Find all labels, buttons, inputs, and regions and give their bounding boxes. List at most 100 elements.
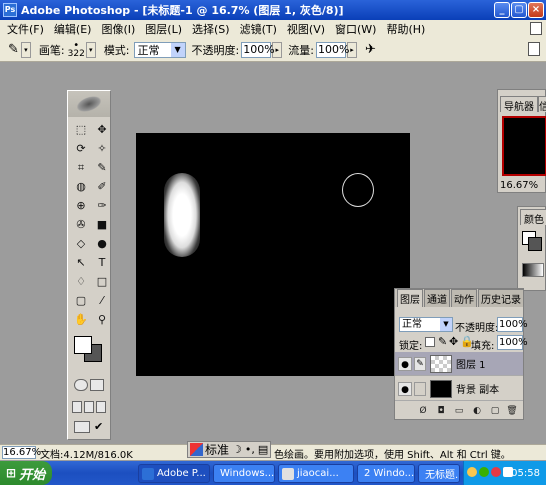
brush-size-dropdown[interactable]: ▾ xyxy=(85,41,96,58)
screen-mode-full-icon[interactable] xyxy=(96,401,106,413)
new-layer-icon[interactable]: ▢ xyxy=(489,405,501,417)
tab-color[interactable]: 颜色 xyxy=(520,209,546,226)
tray-volume-icon[interactable] xyxy=(467,467,477,477)
blur-tool-icon[interactable]: ◇ xyxy=(73,236,89,252)
link-slot-icon[interactable] xyxy=(414,381,426,396)
color-bg-swatch[interactable] xyxy=(528,237,542,251)
eyedropper-tool-icon[interactable]: ⁄ xyxy=(94,293,110,309)
standard-mode-icon[interactable] xyxy=(74,379,88,391)
toolbox-header[interactable] xyxy=(68,91,110,117)
layer-set-icon[interactable]: ▭ xyxy=(453,405,465,417)
palette-well-icon[interactable] xyxy=(528,42,540,56)
clone-stamp-tool-icon[interactable]: ⊕ xyxy=(73,198,89,214)
eye-icon[interactable]: ● xyxy=(398,356,412,371)
slice-tool-icon[interactable]: ✎ xyxy=(94,160,110,176)
brush-tool-icon[interactable]: ✐ xyxy=(94,179,110,195)
moon-icon[interactable]: ☽ xyxy=(232,443,242,456)
tab-info[interactable]: 信 xyxy=(538,96,546,112)
tool-preset-dropdown[interactable]: ▾ xyxy=(20,41,31,58)
brush-size-picker[interactable]: • 322 xyxy=(68,40,85,59)
flow-input[interactable]: 100% xyxy=(315,41,349,58)
menu-file[interactable]: 文件(F) xyxy=(2,21,49,37)
trash-icon[interactable]: 🗑 xyxy=(506,405,518,417)
blend-mode-select[interactable]: 正常 ▼ xyxy=(399,317,453,332)
paintbrush-icon[interactable]: ✎ xyxy=(414,356,426,371)
layer-name[interactable]: 图层 1 xyxy=(456,356,486,371)
navigator-zoom-value[interactable]: 16.67% xyxy=(500,180,538,191)
menu-view[interactable]: 视图(V) xyxy=(282,21,330,37)
move-tool-icon[interactable]: ✥ xyxy=(94,122,110,138)
gradient-tool-icon[interactable]: ■ xyxy=(94,217,110,233)
fill-input[interactable]: 100% xyxy=(497,335,528,350)
taskbar-item[interactable]: Windows... xyxy=(213,464,275,483)
menu-help[interactable]: 帮助(H) xyxy=(381,21,430,37)
minimize-button[interactable]: _ xyxy=(494,2,510,18)
dodge-tool-icon[interactable]: ● xyxy=(94,236,110,252)
layer-mask-icon[interactable]: ◘ xyxy=(435,405,447,417)
marquee-tool-icon[interactable]: ⬚ xyxy=(73,122,89,138)
mode-select[interactable]: 正常 ▼ xyxy=(133,41,186,58)
taskbar-item[interactable]: 2 Windo... xyxy=(357,464,415,483)
clock[interactable]: 05:58 xyxy=(511,468,540,479)
lock-transparency-icon[interactable] xyxy=(425,337,435,347)
menu-filter[interactable]: 滤镜(T) xyxy=(235,21,282,37)
eraser-tool-icon[interactable]: ✇ xyxy=(73,217,89,233)
healing-brush-tool-icon[interactable]: ◍ xyxy=(73,179,89,195)
color-ramp[interactable] xyxy=(522,263,544,277)
shape-tool-icon[interactable]: □ xyxy=(94,274,110,290)
tab-history[interactable]: 历史记录 xyxy=(478,289,524,307)
screen-mode-full-menu-icon[interactable] xyxy=(84,401,94,413)
status-doc-size[interactable]: 文档:4.12M/816.0K xyxy=(40,446,133,461)
layer-row-selected[interactable]: ● ✎ 图层 1 xyxy=(395,352,523,376)
keyboard-icon[interactable]: ▤ xyxy=(258,443,268,456)
tab-actions[interactable]: 动作 xyxy=(451,289,477,307)
menu-layer[interactable]: 图层(L) xyxy=(140,21,187,37)
type-tool-icon[interactable]: T xyxy=(94,255,110,271)
tab-channels[interactable]: 通道 xyxy=(424,289,450,307)
hand-tool-icon[interactable]: ✋ xyxy=(73,312,89,328)
layer-row[interactable]: ● 背景 副本 xyxy=(395,377,523,401)
ime-mode-label[interactable]: 标准 xyxy=(205,441,229,458)
opacity-input[interactable]: 100% xyxy=(241,41,275,58)
quickmask-mode-icon[interactable] xyxy=(90,379,104,391)
document-canvas[interactable] xyxy=(136,133,410,376)
menu-select[interactable]: 选择(S) xyxy=(187,21,235,37)
zoom-tool-icon[interactable]: ⚲ xyxy=(94,312,110,328)
crop-tool-icon[interactable]: ⌗ xyxy=(73,160,89,176)
notes-tool-icon[interactable]: ▢ xyxy=(73,293,89,309)
lock-move-icon[interactable]: ✥ xyxy=(449,335,458,348)
history-brush-tool-icon[interactable]: ✑ xyxy=(94,198,110,214)
menu-edit[interactable]: 编辑(E) xyxy=(49,21,97,37)
document-icon[interactable] xyxy=(530,22,542,35)
tray-network-icon[interactable] xyxy=(479,467,489,477)
tab-navigator[interactable]: 导航器 xyxy=(500,96,538,113)
screen-mode-standard-icon[interactable] xyxy=(72,401,82,413)
magic-wand-tool-icon[interactable]: ✧ xyxy=(94,141,110,157)
punctuation-icon[interactable]: •, xyxy=(245,443,255,456)
jump-to-imageready-icon[interactable] xyxy=(74,421,90,433)
tray-antivirus-icon[interactable] xyxy=(491,467,501,477)
ime-logo-icon[interactable] xyxy=(190,443,203,456)
layer-name[interactable]: 背景 副本 xyxy=(456,381,499,396)
status-zoom-input[interactable]: 16.67% xyxy=(2,446,41,459)
path-selection-tool-icon[interactable]: ↖ xyxy=(73,255,89,271)
tab-layers[interactable]: 图层 xyxy=(397,289,423,307)
close-button[interactable]: × xyxy=(528,2,544,18)
start-button[interactable]: ⊞ 开始 xyxy=(0,461,52,485)
taskbar-item[interactable]: jiaocai... xyxy=(278,464,354,483)
layer-style-icon[interactable]: Ø xyxy=(417,405,429,417)
airbrush-icon[interactable]: ✈ xyxy=(365,42,376,57)
lock-paint-icon[interactable]: ✎ xyxy=(438,335,447,348)
pen-tool-icon[interactable]: ♢ xyxy=(73,274,89,290)
maximize-button[interactable]: ▢ xyxy=(511,2,527,18)
navigator-thumbnail[interactable] xyxy=(502,116,546,176)
menu-window[interactable]: 窗口(W) xyxy=(330,21,381,37)
tray-ime-icon[interactable] xyxy=(503,467,513,477)
layer-opacity-input[interactable]: 100% xyxy=(497,317,528,332)
checkmark-icon[interactable]: ✔ xyxy=(94,420,103,433)
brush-tool-icon[interactable]: ✎ xyxy=(8,42,19,57)
eye-icon[interactable]: ● xyxy=(398,381,412,396)
taskbar-item[interactable]: Adobe P... xyxy=(138,464,210,483)
foreground-color-swatch[interactable] xyxy=(74,336,92,354)
menu-image[interactable]: 图像(I) xyxy=(96,21,140,37)
